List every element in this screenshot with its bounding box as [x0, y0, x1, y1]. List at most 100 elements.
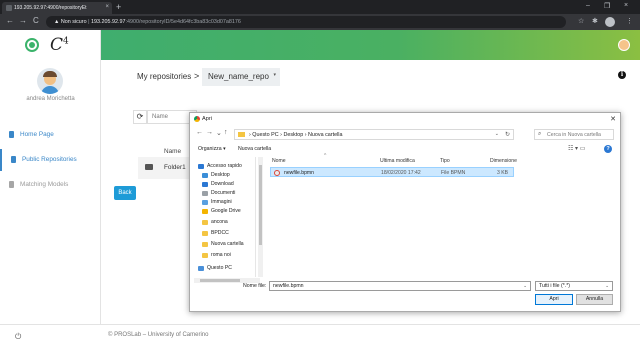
tab-close-icon[interactable]: × [105, 4, 109, 10]
tab-title: 193.205.92.97:4900/repositoryEt [14, 5, 87, 11]
file-size: 3 KB [497, 170, 509, 176]
file-list-header: Nome Ultima modifica Tipo Dimensione [272, 157, 612, 166]
search-input[interactable]: ⌕ Cerca in Nuova cartella [534, 129, 614, 140]
column-type[interactable]: Tipo [440, 158, 450, 164]
path-text: › Questo PC › Desktop › Nuova cartella [249, 132, 343, 138]
back-arrow-icon[interactable]: ← [6, 16, 14, 25]
open-file-dialog: Apri ✕ ← → ⌄ ↑ › Questo PC › Desktop › N… [189, 112, 621, 312]
nav-item[interactable]: Documenti✎ [202, 190, 255, 199]
maximize-icon[interactable]: ❐ [604, 2, 610, 10]
up-arrow-icon[interactable]: ↑ [224, 129, 228, 136]
back-button[interactable]: Back [114, 186, 136, 200]
chevron-down-icon[interactable]: ⌄ [495, 131, 499, 137]
refresh-button[interactable]: ⟳ [133, 110, 147, 124]
dialog-title: Apri [202, 116, 212, 122]
user-avatar-icon[interactable] [618, 39, 630, 51]
forward-arrow-icon[interactable]: → [19, 16, 27, 25]
chevron-down-icon: ⌄ [605, 283, 609, 288]
folder-icon [202, 220, 208, 225]
app-header-bar [101, 30, 640, 60]
browser-profile-icon[interactable] [605, 17, 615, 27]
avatar [37, 68, 63, 94]
reload-icon[interactable]: C [33, 16, 39, 25]
sidebar-item-public-repositories[interactable]: Public Repositories [0, 149, 101, 171]
url-path: :4900/repositoryID/5e4d64fc3ba83c03d07a8… [125, 19, 241, 25]
sidebar: andrea Morichetta Home Page Public Repos… [0, 60, 101, 324]
nav-item[interactable]: Accesso rapido [198, 163, 255, 172]
user-name: andrea Morichetta [26, 96, 75, 102]
column-modified[interactable]: Ultima modifica [380, 158, 415, 164]
nav-item[interactable]: Questo PC [198, 265, 255, 274]
filename-value: newfile.bpmn [273, 283, 304, 289]
file-type: File BPMN [441, 170, 466, 176]
file-modified: 18/02/2020 17:42 [381, 170, 421, 176]
browser-menu-icon[interactable]: ⋮ [626, 17, 633, 25]
info-icon[interactable]: i [618, 71, 626, 79]
folder-name[interactable]: Folder1 [164, 164, 186, 171]
organize-button[interactable]: Organizza ▾ [198, 146, 226, 152]
help-icon[interactable]: ? [604, 145, 612, 153]
folder-icon [238, 132, 245, 137]
open-button[interactable]: Apri [535, 294, 573, 305]
nav-item[interactable]: Download✎ [202, 181, 255, 190]
dialog-titlebar: Apri ✕ [190, 113, 620, 126]
file-icon [274, 170, 280, 176]
filetype-select[interactable]: Tutti i file (*.*) ⌄ [535, 281, 613, 291]
folder-icon [202, 242, 208, 247]
nav-item[interactable]: Nuova cartella [202, 241, 255, 250]
close-icon[interactable]: ✕ [610, 115, 616, 123]
security-warning[interactable]: ▲ Non sicuro [54, 19, 87, 25]
file-name: newfile.bpmn [284, 170, 315, 176]
column-name[interactable]: Nome [272, 158, 286, 164]
cancel-button[interactable]: Annulla [576, 294, 613, 305]
pictures-icon [202, 200, 208, 205]
sidebar-item-home[interactable]: Home Page [0, 124, 101, 146]
filename-input[interactable]: newfile.bpmn ⌄ [269, 281, 531, 291]
copyright-text: © PROSLab – University of Camerino [108, 332, 209, 338]
nav-item[interactable]: Desktop✎ [202, 172, 255, 181]
breadcrumb[interactable]: My repositories [137, 72, 191, 81]
url-host: 193.205.92.97 [91, 19, 126, 25]
new-folder-button[interactable]: Nuova cartella [238, 146, 271, 152]
search-placeholder: Cerca in Nuova cartella [547, 132, 601, 138]
browser-tab-bar: 193.205.92.97:4900/repositoryEt × + – ❐ … [0, 0, 640, 14]
window-close-icon[interactable]: × [624, 2, 628, 9]
sidebar-item-matching-models[interactable]: Matching Models [0, 174, 101, 196]
navigation-pane: Accesso rapido Desktop✎ Download✎ Docume… [194, 157, 256, 277]
logo-icon [25, 38, 39, 52]
table-header-name: Name [164, 148, 182, 155]
nav-item[interactable]: BPDCC [202, 230, 255, 239]
nav-item[interactable]: roma noi [202, 252, 255, 261]
nav-item[interactable]: Google Drive✎ [202, 208, 255, 217]
star-icon [198, 164, 204, 169]
google-drive-icon [202, 209, 208, 214]
chrome-icon [194, 116, 200, 122]
nav-item[interactable]: Immagini✎ [202, 199, 255, 208]
column-size[interactable]: Dimensione [490, 158, 517, 164]
new-tab-button[interactable]: + [116, 2, 121, 12]
view-options-icon[interactable]: ☷ ▾ ▭ [568, 145, 585, 152]
computer-icon [198, 266, 204, 271]
forward-arrow-icon[interactable]: → [206, 129, 213, 136]
repository-select[interactable]: New_name_repo ▾ [202, 68, 280, 86]
refresh-icon[interactable]: ↻ [505, 131, 510, 138]
address-bar[interactable]: ▲ Non sicuro | 193.205.92.97:4900/reposi… [46, 16, 566, 28]
power-icon[interactable]: ⏻ [15, 332, 21, 342]
chevron-down-icon[interactable]: ⌄ [523, 283, 527, 289]
minimize-icon[interactable]: – [586, 2, 590, 9]
browser-tab[interactable]: 193.205.92.97:4900/repositoryEt × [2, 2, 112, 14]
back-arrow-icon[interactable]: ← [196, 129, 203, 136]
download-icon [202, 182, 208, 187]
nav-item[interactable]: ancona [202, 219, 255, 228]
bookmark-star-icon[interactable]: ☆ [578, 17, 584, 25]
nav-scrollbar[interactable] [258, 157, 263, 277]
file-row[interactable]: newfile.bpmn 18/02/2020 17:42 File BPMN … [270, 167, 514, 177]
folder-icon [202, 231, 208, 236]
recent-dropdown-icon[interactable]: ⌄ [216, 129, 222, 137]
footer: ⏻ © PROSLab – University of Camerino [0, 324, 640, 348]
path-bar[interactable]: › Questo PC › Desktop › Nuova cartella ⌄… [234, 129, 514, 140]
extension-icon[interactable]: ✱ [592, 17, 598, 25]
folder-icon [145, 164, 153, 170]
dialog-toolbar: Organizza ▾ Nuova cartella [190, 143, 620, 155]
repository-name: New_name_repo [208, 72, 269, 81]
